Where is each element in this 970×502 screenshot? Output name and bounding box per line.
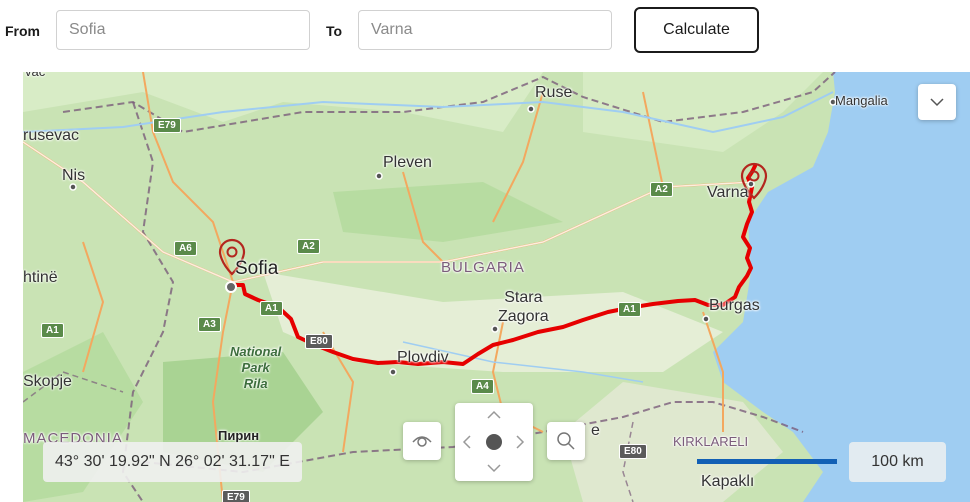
pan-center-icon[interactable] — [486, 434, 502, 450]
road-shield: E80 — [305, 334, 333, 349]
place-label-plovdiv: Plovdiv — [397, 349, 449, 366]
scale-bar — [697, 459, 837, 464]
eye-icon — [412, 436, 432, 447]
road-shield: E80 — [619, 444, 647, 459]
place-label-ruse: Ruse — [535, 84, 573, 101]
place-label-pleven: Pleven — [383, 154, 432, 171]
place-label-mangalia: Mangalia — [835, 93, 888, 108]
road-shield: A1 — [260, 301, 283, 316]
pan-control[interactable] — [455, 403, 533, 481]
place-label-partial: e — [591, 422, 600, 439]
road-shield: A2 — [297, 239, 320, 254]
coordinates-readout: 43° 30' 19.92" N 26° 02' 31.17" E — [43, 442, 302, 482]
road-shield: A3 — [198, 317, 221, 332]
scale-label: 100 km — [849, 442, 946, 482]
pan-up-icon[interactable] — [487, 410, 501, 419]
eye-button[interactable] — [403, 422, 441, 460]
place-label-kapakli: Kapaklı — [701, 473, 755, 490]
country-label-bulgaria: BULGARIA — [441, 259, 525, 276]
zoom-button[interactable] — [547, 422, 585, 460]
magnifier-icon — [557, 432, 575, 450]
from-label: From — [5, 23, 40, 39]
place-label: vac — [25, 72, 45, 79]
calculate-button[interactable]: Calculate — [634, 7, 759, 53]
place-label-nis: Nis — [62, 167, 86, 184]
place-label-shtine: htinë — [23, 269, 58, 286]
region-label-pirin: Пирин — [218, 428, 260, 443]
from-input[interactable] — [56, 10, 310, 50]
pan-down-icon[interactable] — [487, 464, 501, 473]
map-style-dropdown[interactable] — [918, 84, 956, 120]
road-shield: A1 — [41, 323, 64, 338]
map-view[interactable]: vac Ruse Mangalia rusevac Nis Pleven Var… — [23, 72, 970, 502]
to-label: To — [326, 23, 343, 39]
pan-right-icon[interactable] — [516, 435, 525, 449]
road-shield: A1 — [618, 302, 641, 317]
place-label-stara-zagora: Stara Zagora — [498, 289, 549, 325]
road-shield: A2 — [650, 182, 673, 197]
place-label-kirklareli: KIRKLARELI — [673, 434, 749, 449]
place-label-sofia: Sofia — [235, 258, 279, 279]
road-shield: E79 — [222, 490, 250, 502]
place-label-krusevac: rusevac — [23, 127, 80, 144]
place-label-varna: Varna — [707, 184, 749, 201]
place-label-burgas: Burgas — [709, 297, 760, 314]
road-shield: A4 — [471, 379, 494, 394]
to-input[interactable] — [358, 10, 612, 50]
pan-left-icon[interactable] — [462, 435, 471, 449]
road-shield: E79 — [153, 118, 181, 133]
park-label-rila: National Park Rila — [230, 344, 282, 391]
road-shield: A6 — [174, 241, 197, 256]
chevron-down-icon — [930, 98, 944, 107]
place-label-skopje: Skopje — [23, 373, 72, 390]
